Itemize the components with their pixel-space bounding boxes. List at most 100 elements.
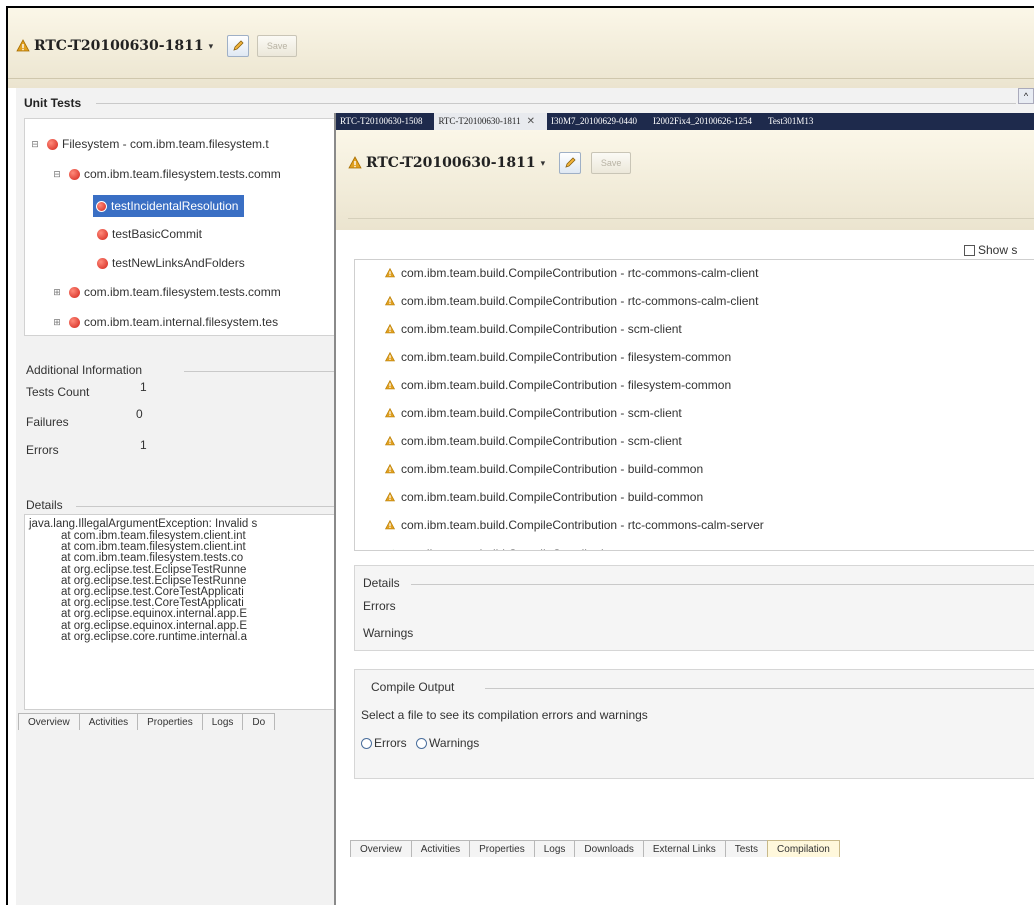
tree-row-test-incidental-resolution[interactable]: testIncidentalResolution (93, 195, 245, 217)
close-icon[interactable]: ✕ (527, 116, 535, 127)
contribution-row[interactable]: com.ibm.team.build.CompileContribution -… (385, 266, 758, 280)
details-errors-label: Errors (363, 599, 396, 613)
contribution-row[interactable]: com.ibm.team.build.CompileContribution -… (385, 350, 731, 364)
editor-tab-label: RTC-T20100630-1508 (340, 116, 423, 126)
pencil-icon (565, 157, 576, 168)
editor-tab-4[interactable]: Test301M13 (764, 113, 825, 130)
contribution-row[interactable]: com.ibm.team.build.CompileContribution -… (385, 406, 682, 420)
contribution-row[interactable]: com.ibm.team.build.CompileContribution -… (385, 294, 758, 308)
show-checkbox-label: Show s (978, 243, 1018, 257)
collapse-icon[interactable]: ⊟ (29, 139, 41, 150)
expand-icon[interactable]: ⊞ (51, 317, 63, 328)
radio-warnings[interactable]: Warnings (416, 736, 479, 750)
details-warnings-label: Warnings (363, 626, 414, 640)
header-divider (8, 78, 1034, 79)
warning-icon (385, 492, 395, 502)
editor-tab-1[interactable]: RTC-T20100630-1811 ✕ (434, 113, 547, 130)
radio-errors-label: Errors (374, 736, 407, 750)
contribution-label: com.ibm.team.build.CompileContribution -… (401, 490, 704, 504)
warning-icon (385, 268, 395, 278)
radio-button[interactable] (416, 738, 428, 750)
back-editor-header: RTC-T20100630-1811 ▾ Save (8, 8, 1034, 88)
error-icon (69, 286, 80, 298)
chevron-down-icon[interactable]: ▾ (209, 41, 214, 52)
back-tab-2[interactable]: Properties (137, 713, 203, 730)
warning-icon (16, 39, 30, 52)
additional-info-rule (184, 371, 344, 372)
tree-label: com.ibm.team.internal.filesystem.tes (84, 315, 279, 329)
radio-errors[interactable]: Errors (361, 736, 407, 750)
additional-info-title: Additional Information (26, 363, 143, 377)
contribution-label: com.ibm.team.build.CompileContribution -… (401, 462, 704, 476)
contribution-row[interactable]: com.ibm.team.build.CompileContribution -… (385, 462, 703, 476)
editor-tab-3[interactable]: I2002Fix4_20100626-1254 (649, 113, 764, 130)
tree-row-test-basic-commit[interactable]: testBasicCommit (97, 227, 202, 241)
front-save-button[interactable]: Save (591, 152, 632, 174)
compile-output-hint: Select a file to see its compilation err… (361, 708, 648, 722)
contribution-label: com.ibm.team.build.CompileContribution -… (401, 322, 682, 336)
radio-button[interactable] (361, 738, 372, 750)
front-editor-tabs: Overview Activities Properties Logs Download… (350, 840, 840, 857)
front-tab-logs[interactable]: Logs (533, 840, 576, 857)
error-icon (96, 200, 107, 212)
editor-tab-bar: RTC-T20100630-1508 RTC-T20100630-1811 ✕ I30… (336, 113, 1034, 130)
warning-icon (385, 324, 395, 334)
back-tab-0[interactable]: Overview (18, 713, 80, 730)
warning-icon (385, 520, 395, 530)
editor-tab-2[interactable]: I30M7_20100629-0440 (547, 113, 649, 130)
contribution-row[interactable]: com.ibm.team.build.CompileContribution -… (385, 490, 703, 504)
tree-label: testBasicCommit (112, 227, 203, 241)
contribution-label: com.ibm.team.build.CompileContribution -… (401, 434, 682, 448)
edit-button[interactable] (227, 35, 250, 57)
edit-button[interactable] (559, 152, 582, 174)
back-tab-1[interactable]: Activities (78, 713, 139, 730)
editor-tab-0[interactable]: RTC-T20100630-1508 (336, 113, 434, 130)
stack-line: at com.ibm.team.filesystem.tests.co (61, 552, 244, 565)
tree-label: testIncidentalResolution (111, 199, 239, 213)
unit-tests-section-title: Unit Tests (24, 96, 82, 110)
warning-icon (385, 408, 395, 418)
front-details-group: Details Errors Warnings (354, 565, 1034, 651)
radio-group: Errors Warnings (361, 736, 479, 750)
front-tab-activities[interactable]: Activities (410, 840, 471, 857)
contribution-row[interactable]: com.ibm.team.build.CompileContribution -… (385, 378, 731, 392)
back-tab-4[interactable]: Do (242, 713, 276, 730)
front-tab-downloads[interactable]: Downloads (574, 840, 644, 857)
error-icon (47, 138, 58, 150)
collapse-icon[interactable]: ⊟ (51, 169, 63, 180)
front-editor-window: RTC-T20100630-1508 RTC-T20100630-1811 ✕ I30… (334, 113, 1034, 905)
front-tab-overview[interactable]: Overview (350, 840, 412, 857)
tree-row-test-new-links[interactable]: testNewLinksAndFolders (97, 256, 245, 270)
tree-label: testNewLinksAndFolders (112, 256, 245, 270)
tree-row-internal-filesystem[interactable]: ⊞ com.ibm.team.internal.filesystem.tes (51, 315, 278, 329)
expand-icon[interactable]: ⊞ (51, 287, 63, 298)
contribution-row[interactable]: com.ibm.team.build.CompileContribution -… (385, 322, 682, 336)
pencil-icon (233, 40, 244, 51)
checkbox-box[interactable] (964, 245, 975, 257)
tree-row-filesystem-tests-2[interactable]: ⊞ com.ibm.team.filesystem.tests.comm (51, 285, 281, 299)
front-editor-header: RTC-T20100630-1811 ▾ Save (336, 130, 1034, 230)
back-save-button[interactable]: Save (257, 35, 298, 57)
stack-line: at org.eclipse.equinox.internal.app.E (61, 619, 248, 632)
details-title: Details (26, 498, 63, 512)
contribution-row[interactable]: com.ibm.team.build.CompileContribution -… (385, 434, 682, 448)
tree-row-filesystem-tests[interactable]: ⊟ com.ibm.team.filesystem.tests.comm (51, 167, 281, 181)
front-build-title: RTC-T20100630-1811 (366, 155, 536, 171)
details-rule (76, 506, 344, 507)
show-checkbox[interactable]: Show s (964, 243, 1017, 257)
error-icon (69, 316, 80, 328)
contribution-row[interactable]: com.ibm.team.build.CompileContribution -… (385, 518, 764, 532)
front-tab-compilation[interactable]: Compilation (767, 840, 840, 857)
front-tab-external-links[interactable]: External Links (642, 840, 726, 857)
front-tab-properties[interactable]: Properties (469, 840, 535, 857)
contribution-row[interactable]: ✓ com.ibm.team.build.CompileContribution … (385, 546, 710, 550)
front-tab-tests[interactable]: Tests (724, 840, 769, 857)
tree-label: Filesystem - com.ibm.team.filesystem.t (62, 137, 269, 151)
scroll-up-arrow[interactable]: ^ (1018, 88, 1034, 104)
contribution-label: com.ibm.team.build.CompileContribution -… (401, 518, 764, 532)
warning-icon (385, 380, 395, 390)
back-tab-3[interactable]: Logs (201, 713, 244, 730)
unit-tests-tree: ⊟ Filesystem - com.ibm.team.filesystem.t… (24, 118, 344, 336)
tree-row-filesystem[interactable]: ⊟ Filesystem - com.ibm.team.filesystem.t (29, 137, 269, 151)
chevron-down-icon[interactable]: ▾ (541, 158, 546, 169)
